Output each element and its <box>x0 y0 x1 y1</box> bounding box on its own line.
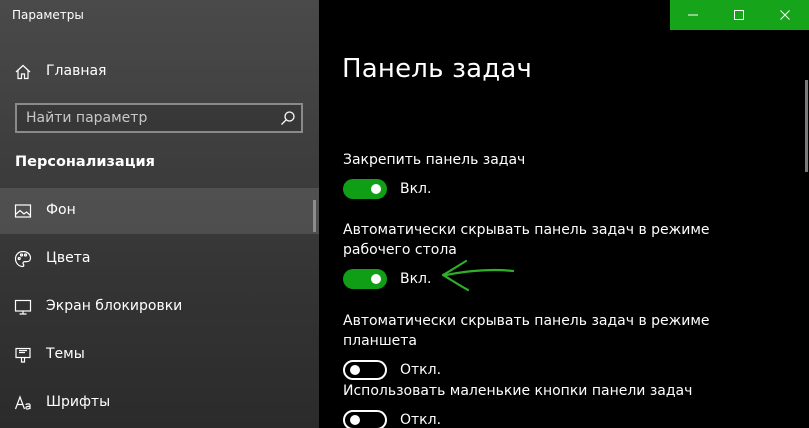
toggle-small-buttons[interactable] <box>343 410 387 428</box>
sidebar-item-label: Темы <box>46 346 85 362</box>
content-pane: Панель задач Закрепить панель задач Вкл.… <box>319 0 809 428</box>
search-box[interactable] <box>15 103 303 133</box>
sidebar-item-label: Шрифты <box>46 394 111 410</box>
themes-icon <box>14 346 32 364</box>
sidebar-item-label: Экран блокировки <box>46 298 183 314</box>
toggle-state-label: Откл. <box>400 362 442 378</box>
sidebar-item-fonts[interactable]: Шрифты <box>0 380 319 426</box>
setting-label: Автоматически скрывать панель задач в ре… <box>343 222 710 258</box>
toggle-autohide-tablet[interactable] <box>343 360 387 380</box>
home-icon <box>14 63 32 81</box>
sidebar: Параметры Главная Персонализация Фон <box>0 0 319 428</box>
sidebar-scroll-indicator[interactable] <box>313 200 316 232</box>
sidebar-item-label: Фон <box>46 202 76 218</box>
toggle-lock-taskbar[interactable] <box>343 179 387 199</box>
maximize-icon <box>734 10 744 20</box>
toggle-state-label: Вкл. <box>400 181 432 197</box>
palette-icon <box>14 250 32 268</box>
sidebar-item-colors[interactable]: Цвета <box>0 236 319 282</box>
setting-autohide-desktop: Автоматически скрывать панель задач в ре… <box>343 220 763 290</box>
setting-label: Автоматически скрывать панель задач в ре… <box>343 313 710 349</box>
setting-label: Закрепить панель задач <box>343 152 526 168</box>
close-icon <box>780 10 790 20</box>
sidebar-item-label: Цвета <box>46 250 91 266</box>
maximize-button[interactable] <box>716 0 762 30</box>
toggle-autohide-desktop[interactable] <box>343 269 387 289</box>
minimize-button[interactable] <box>670 0 716 30</box>
minimize-icon <box>688 14 698 16</box>
home-label: Главная <box>46 63 107 79</box>
search-input[interactable] <box>17 105 275 131</box>
content-scrollbar[interactable] <box>805 80 808 172</box>
close-button[interactable] <box>762 0 808 30</box>
home-link[interactable]: Главная <box>0 54 319 90</box>
setting-label: Использовать маленькие кнопки панели зад… <box>343 383 693 399</box>
fonts-icon <box>14 394 32 412</box>
setting-lock-taskbar: Закрепить панель задач Вкл. <box>343 150 763 200</box>
toggle-state-label: Вкл. <box>400 271 432 287</box>
search-icon[interactable] <box>275 105 301 131</box>
annotation-arrow-icon <box>441 259 515 292</box>
window-title: Параметры <box>12 8 84 22</box>
page-title: Панель задач <box>342 54 533 84</box>
sidebar-item-lock-screen[interactable]: Экран блокировки <box>0 284 319 330</box>
section-title: Персонализация <box>15 154 155 170</box>
window-controls <box>670 0 809 30</box>
sidebar-item-background[interactable]: Фон <box>0 188 319 234</box>
setting-autohide-tablet: Автоматически скрывать панель задач в ре… <box>343 311 763 381</box>
toggle-state-label: Откл. <box>400 412 442 428</box>
sidebar-item-themes[interactable]: Темы <box>0 332 319 378</box>
picture-icon <box>14 202 32 220</box>
setting-small-buttons: Использовать маленькие кнопки панели зад… <box>343 381 763 428</box>
lock-screen-icon <box>14 298 32 316</box>
